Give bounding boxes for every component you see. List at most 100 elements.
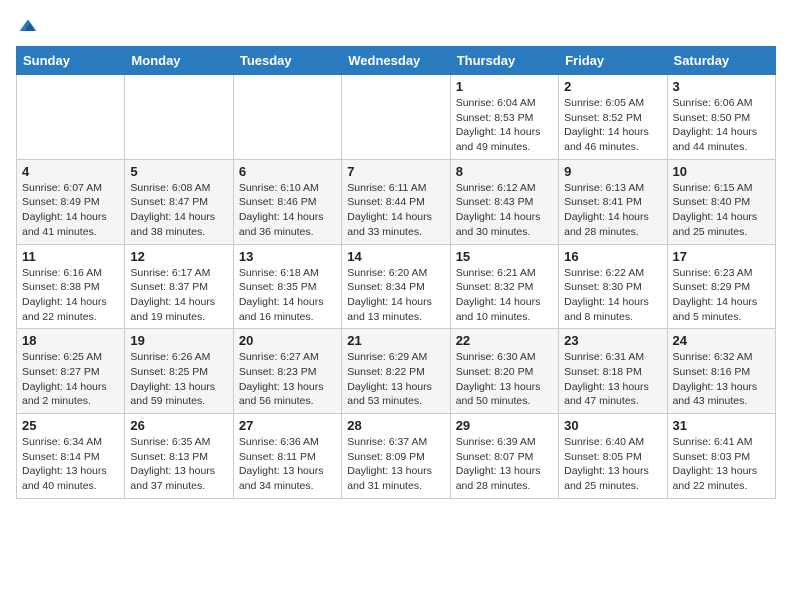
day-info: Sunrise: 6:40 AM Sunset: 8:05 PM Dayligh…	[564, 435, 661, 494]
day-number: 10	[673, 164, 770, 179]
calendar-table: SundayMondayTuesdayWednesdayThursdayFrid…	[16, 46, 776, 499]
calendar-cell: 16 Sunrise: 6:22 AM Sunset: 8:30 PM Dayli…	[559, 244, 667, 329]
day-info: Sunrise: 6:26 AM Sunset: 8:25 PM Dayligh…	[130, 350, 227, 409]
day-number: 17	[673, 249, 770, 264]
calendar-cell	[342, 75, 450, 160]
day-info: Sunrise: 6:34 AM Sunset: 8:14 PM Dayligh…	[22, 435, 119, 494]
page-header	[16, 16, 776, 36]
calendar-cell: 3 Sunrise: 6:06 AM Sunset: 8:50 PM Daylig…	[667, 75, 775, 160]
calendar-week-row: 1 Sunrise: 6:04 AM Sunset: 8:53 PM Daylig…	[17, 75, 776, 160]
calendar-header-row: SundayMondayTuesdayWednesdayThursdayFrid…	[17, 47, 776, 75]
weekday-header-wednesday: Wednesday	[342, 47, 450, 75]
day-info: Sunrise: 6:21 AM Sunset: 8:32 PM Dayligh…	[456, 266, 553, 325]
calendar-week-row: 11 Sunrise: 6:16 AM Sunset: 8:38 PM Dayli…	[17, 244, 776, 329]
day-number: 21	[347, 333, 444, 348]
day-info: Sunrise: 6:20 AM Sunset: 8:34 PM Dayligh…	[347, 266, 444, 325]
day-info: Sunrise: 6:35 AM Sunset: 8:13 PM Dayligh…	[130, 435, 227, 494]
day-info: Sunrise: 6:31 AM Sunset: 8:18 PM Dayligh…	[564, 350, 661, 409]
calendar-cell: 31 Sunrise: 6:41 AM Sunset: 8:03 PM Dayli…	[667, 414, 775, 499]
day-number: 4	[22, 164, 119, 179]
day-info: Sunrise: 6:06 AM Sunset: 8:50 PM Dayligh…	[673, 96, 770, 155]
calendar-cell: 21 Sunrise: 6:29 AM Sunset: 8:22 PM Dayli…	[342, 329, 450, 414]
day-info: Sunrise: 6:22 AM Sunset: 8:30 PM Dayligh…	[564, 266, 661, 325]
day-info: Sunrise: 6:36 AM Sunset: 8:11 PM Dayligh…	[239, 435, 336, 494]
weekday-header-tuesday: Tuesday	[233, 47, 341, 75]
calendar-cell: 7 Sunrise: 6:11 AM Sunset: 8:44 PM Daylig…	[342, 159, 450, 244]
calendar-cell: 25Sunrise: 6:34 AM Sunset: 8:14 PM Dayli…	[17, 414, 125, 499]
calendar-week-row: 18 Sunrise: 6:25 AM Sunset: 8:27 PM Dayli…	[17, 329, 776, 414]
day-number: 1	[456, 79, 553, 94]
day-number: 11	[22, 249, 119, 264]
calendar-cell	[125, 75, 233, 160]
day-number: 18	[22, 333, 119, 348]
day-number: 14	[347, 249, 444, 264]
calendar-cell: 14 Sunrise: 6:20 AM Sunset: 8:34 PM Dayli…	[342, 244, 450, 329]
day-info: Sunrise: 6:41 AM Sunset: 8:03 PM Dayligh…	[673, 435, 770, 494]
day-number: 24	[673, 333, 770, 348]
day-info: Sunrise: 6:32 AM Sunset: 8:16 PM Dayligh…	[673, 350, 770, 409]
calendar-cell: 18 Sunrise: 6:25 AM Sunset: 8:27 PM Dayli…	[17, 329, 125, 414]
calendar-cell: 10 Sunrise: 6:15 AM Sunset: 8:40 PM Dayli…	[667, 159, 775, 244]
day-info: Sunrise: 6:12 AM Sunset: 8:43 PM Dayligh…	[456, 181, 553, 240]
calendar-cell: 19 Sunrise: 6:26 AM Sunset: 8:25 PM Dayli…	[125, 329, 233, 414]
day-info: Sunrise: 6:37 AM Sunset: 8:09 PM Dayligh…	[347, 435, 444, 494]
calendar-cell: 24 Sunrise: 6:32 AM Sunset: 8:16 PM Dayli…	[667, 329, 775, 414]
calendar-cell: 8 Sunrise: 6:12 AM Sunset: 8:43 PM Daylig…	[450, 159, 558, 244]
day-info: Sunrise: 6:25 AM Sunset: 8:27 PM Dayligh…	[22, 350, 119, 409]
calendar-cell: 2Sunrise: 6:05 AM Sunset: 8:52 PM Daylig…	[559, 75, 667, 160]
day-number: 29	[456, 418, 553, 433]
day-info: Sunrise: 6:16 AM Sunset: 8:38 PM Dayligh…	[22, 266, 119, 325]
weekday-header-sunday: Sunday	[17, 47, 125, 75]
calendar-cell: 5Sunrise: 6:08 AM Sunset: 8:47 PM Daylig…	[125, 159, 233, 244]
calendar-cell	[17, 75, 125, 160]
day-number: 16	[564, 249, 661, 264]
day-number: 3	[673, 79, 770, 94]
day-number: 22	[456, 333, 553, 348]
calendar-cell: 12 Sunrise: 6:17 AM Sunset: 8:37 PM Dayli…	[125, 244, 233, 329]
day-info: Sunrise: 6:10 AM Sunset: 8:46 PM Dayligh…	[239, 181, 336, 240]
calendar-cell: 6 Sunrise: 6:10 AM Sunset: 8:46 PM Daylig…	[233, 159, 341, 244]
weekday-header-friday: Friday	[559, 47, 667, 75]
day-number: 15	[456, 249, 553, 264]
calendar-cell: 9Sunrise: 6:13 AM Sunset: 8:41 PM Daylig…	[559, 159, 667, 244]
calendar-cell: 4 Sunrise: 6:07 AM Sunset: 8:49 PM Daylig…	[17, 159, 125, 244]
day-number: 19	[130, 333, 227, 348]
logo	[16, 16, 38, 36]
day-info: Sunrise: 6:17 AM Sunset: 8:37 PM Dayligh…	[130, 266, 227, 325]
day-number: 20	[239, 333, 336, 348]
day-number: 31	[673, 418, 770, 433]
calendar-cell: 30 Sunrise: 6:40 AM Sunset: 8:05 PM Dayli…	[559, 414, 667, 499]
day-number: 6	[239, 164, 336, 179]
logo-icon	[18, 16, 38, 36]
day-info: Sunrise: 6:15 AM Sunset: 8:40 PM Dayligh…	[673, 181, 770, 240]
calendar-cell: 27 Sunrise: 6:36 AM Sunset: 8:11 PM Dayli…	[233, 414, 341, 499]
day-info: Sunrise: 6:23 AM Sunset: 8:29 PM Dayligh…	[673, 266, 770, 325]
calendar-cell: 22 Sunrise: 6:30 AM Sunset: 8:20 PM Dayli…	[450, 329, 558, 414]
calendar-cell: 15 Sunrise: 6:21 AM Sunset: 8:32 PM Dayli…	[450, 244, 558, 329]
weekday-header-monday: Monday	[125, 47, 233, 75]
day-info: Sunrise: 6:13 AM Sunset: 8:41 PM Dayligh…	[564, 181, 661, 240]
day-number: 23	[564, 333, 661, 348]
day-info: Sunrise: 6:27 AM Sunset: 8:23 PM Dayligh…	[239, 350, 336, 409]
day-info: Sunrise: 6:05 AM Sunset: 8:52 PM Dayligh…	[564, 96, 661, 155]
day-number: 12	[130, 249, 227, 264]
day-info: Sunrise: 6:07 AM Sunset: 8:49 PM Dayligh…	[22, 181, 119, 240]
day-number: 27	[239, 418, 336, 433]
day-info: Sunrise: 6:11 AM Sunset: 8:44 PM Dayligh…	[347, 181, 444, 240]
day-info: Sunrise: 6:29 AM Sunset: 8:22 PM Dayligh…	[347, 350, 444, 409]
day-number: 8	[456, 164, 553, 179]
calendar-cell: 17 Sunrise: 6:23 AM Sunset: 8:29 PM Dayli…	[667, 244, 775, 329]
calendar-cell: 26Sunrise: 6:35 AM Sunset: 8:13 PM Dayli…	[125, 414, 233, 499]
calendar-cell: 13Sunrise: 6:18 AM Sunset: 8:35 PM Dayli…	[233, 244, 341, 329]
day-info: Sunrise: 6:39 AM Sunset: 8:07 PM Dayligh…	[456, 435, 553, 494]
day-info: Sunrise: 6:30 AM Sunset: 8:20 PM Dayligh…	[456, 350, 553, 409]
calendar-week-row: 4 Sunrise: 6:07 AM Sunset: 8:49 PM Daylig…	[17, 159, 776, 244]
calendar-cell: 23 Sunrise: 6:31 AM Sunset: 8:18 PM Dayli…	[559, 329, 667, 414]
weekday-header-saturday: Saturday	[667, 47, 775, 75]
calendar-cell: 20 Sunrise: 6:27 AM Sunset: 8:23 PM Dayli…	[233, 329, 341, 414]
day-info: Sunrise: 6:08 AM Sunset: 8:47 PM Dayligh…	[130, 181, 227, 240]
day-number: 30	[564, 418, 661, 433]
day-number: 7	[347, 164, 444, 179]
day-number: 28	[347, 418, 444, 433]
day-info: Sunrise: 6:04 AM Sunset: 8:53 PM Dayligh…	[456, 96, 553, 155]
